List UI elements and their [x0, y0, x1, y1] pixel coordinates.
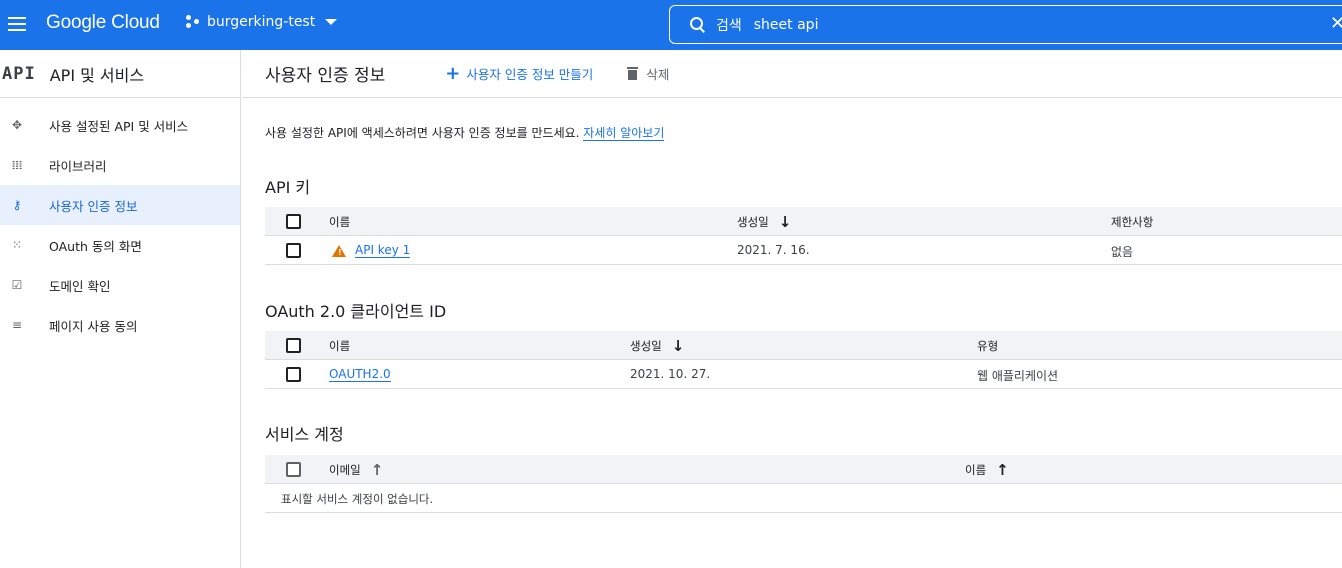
create-credentials-button[interactable]: + 사용자 인증 정보 만들기 [445, 63, 593, 84]
table-row: ! API key 1 2021. 7. 16. 없음 [265, 236, 1342, 265]
column-header-name[interactable]: 이름 [329, 338, 350, 354]
arrow-up-icon: ↑ [996, 460, 1009, 479]
warning-icon: ! [332, 244, 346, 257]
column-header-email[interactable]: 이메일 ↑ [329, 462, 383, 478]
row-checkbox[interactable] [286, 243, 301, 258]
api-key-link[interactable]: API key 1 [355, 243, 411, 258]
key-icon: ⚷ [12, 198, 22, 212]
project-selector[interactable]: burgerking-test [186, 14, 338, 30]
description-text: 사용 설정한 API에 액세스하려면 사용자 인증 정보를 만드세요. [265, 126, 584, 140]
column-header-created[interactable]: 생성일 ↓ [630, 338, 684, 354]
sidebar-item-label: 도메인 확인 [49, 278, 111, 294]
sidebar-item-oauth-consent[interactable]: ⁙ OAuth 동의 화면 [0, 225, 240, 265]
search-bar[interactable]: 검색 sheet api ✕ [669, 5, 1342, 44]
service-accounts-table: 이메일 ↑ 이름 ↑ 표시할 서비스 계정이 없습니다. [265, 455, 1342, 513]
column-header-label: 생성일 [737, 215, 769, 229]
page-toolbar: 사용자 인증 정보 + 사용자 인증 정보 만들기 삭제 [242, 50, 1342, 98]
name-cell: ! API key 1 [332, 243, 411, 258]
sidebar-item-label: 사용 설정된 API 및 서비스 [49, 118, 189, 134]
oauth-clients-table: 이름 생성일 ↓ 유형 OAUTH2.0 2021. 10. 27. 웹 애플리… [265, 331, 1342, 389]
type-cell: 웹 애플리케이션 [977, 369, 1059, 383]
api-keys-table: 이름 생성일 ↓ 제한사항 ! API key 1 2021. 7. 16. 없… [265, 207, 1342, 265]
column-header-name[interactable]: 이름 [329, 214, 350, 230]
name-cell: OAUTH2.0 [329, 367, 391, 382]
sidebar-item-enabled-apis[interactable]: ✥ 사용 설정된 API 및 서비스 [0, 105, 240, 145]
arrow-down-icon: ↓ [671, 336, 685, 355]
table-header: 이름 생성일 ↓ 유형 [265, 331, 1342, 360]
sidebar-item-credentials[interactable]: ⚷ 사용자 인증 정보 [0, 185, 240, 225]
sidebar-item-library[interactable]: 𝍖 라이브러리 [0, 145, 240, 185]
sidebar-item-page-usage-agreement[interactable]: ≡ 페이지 사용 동의 [0, 305, 240, 345]
create-credentials-label: 사용자 인증 정보 만들기 [466, 67, 594, 82]
api-logo-icon: API [2, 63, 36, 84]
column-header-label: 이름 [965, 463, 987, 477]
google-cloud-logo[interactable]: Google Cloud [46, 12, 160, 34]
api-keys-title: API 키 [265, 178, 311, 197]
sidebar-title: API 및 서비스 [49, 65, 145, 85]
delete-label: 삭제 [646, 67, 670, 82]
table-row: OAUTH2.0 2021. 10. 27. 웹 애플리케이션 [265, 360, 1342, 389]
service-accounts-title: 서비스 계정 [265, 425, 344, 444]
enabled-apis-icon: ✥ [11, 118, 23, 132]
domain-check-icon: ☑ [11, 278, 23, 292]
delete-button[interactable]: 삭제 [627, 64, 669, 83]
select-all-checkbox[interactable] [286, 338, 301, 353]
empty-row: 표시할 서비스 계정이 없습니다. [265, 484, 1342, 513]
page-description: 사용 설정한 API에 액세스하려면 사용자 인증 정보를 만드세요. 자세히 … [265, 124, 665, 141]
search-input[interactable]: sheet api [754, 17, 819, 33]
arrow-up-icon: ↑ [370, 460, 384, 479]
trash-icon [627, 67, 639, 80]
search-icon [690, 16, 706, 33]
column-header-label: 이메일 [329, 463, 361, 477]
table-header: 이름 생성일 ↓ 제한사항 [265, 207, 1342, 236]
main-content: 사용자 인증 정보 + 사용자 인증 정보 만들기 삭제 사용 설정한 API에… [242, 50, 1342, 568]
plus-icon: + [445, 63, 461, 84]
sidebar-item-label: 페이지 사용 동의 [49, 318, 138, 334]
clear-search-icon[interactable]: ✕ [1330, 13, 1342, 34]
created-cell: 2021. 10. 27. [630, 367, 711, 381]
page-title: 사용자 인증 정보 [265, 66, 386, 86]
created-cell: 2021. 7. 16. [737, 243, 810, 257]
chevron-down-icon [325, 19, 338, 25]
oauth-consent-icon: ⁙ [11, 238, 23, 252]
column-header-created[interactable]: 생성일 ↓ [737, 214, 791, 230]
column-header-restrictions[interactable]: 제한사항 [1111, 214, 1153, 230]
sidebar-header: API API 및 서비스 [0, 50, 240, 98]
project-name: burgerking-test [207, 14, 316, 30]
column-header-label: 생성일 [630, 339, 662, 353]
sidebar-item-domain-verification[interactable]: ☑ 도메인 확인 [0, 265, 240, 305]
learn-more-link[interactable]: 자세히 알아보기 [583, 126, 665, 141]
library-icon: 𝍖 [11, 158, 23, 172]
restriction-cell: 없음 [1111, 245, 1134, 259]
arrow-down-icon: ↓ [778, 212, 792, 231]
search-label: 검색 [716, 17, 742, 34]
page-usage-icon: ≡ [11, 318, 23, 332]
project-icon [186, 15, 200, 29]
empty-state-text: 표시할 서비스 계정이 없습니다. [281, 492, 434, 506]
row-checkbox[interactable] [286, 367, 301, 382]
sidebar-item-label: 사용자 인증 정보 [49, 198, 138, 214]
top-app-bar: Google Cloud burgerking-test 검색 sheet ap… [0, 0, 1342, 50]
column-header-name[interactable]: 이름 ↑ [965, 462, 1009, 478]
oauth-clients-title: OAuth 2.0 클라이언트 ID [265, 302, 447, 321]
sidebar-item-label: 라이브러리 [49, 158, 107, 174]
sidebar: API API 및 서비스 ✥ 사용 설정된 API 및 서비스 𝍖 라이브러리… [0, 50, 241, 568]
oauth-client-link[interactable]: OAUTH2.0 [329, 367, 391, 382]
column-header-type[interactable]: 유형 [977, 338, 998, 354]
hamburger-menu-icon[interactable] [8, 13, 28, 37]
select-all-checkbox[interactable] [286, 462, 301, 477]
sidebar-item-label: OAuth 동의 화면 [49, 238, 142, 254]
table-header: 이메일 ↑ 이름 ↑ [265, 455, 1342, 484]
select-all-checkbox[interactable] [286, 214, 301, 229]
